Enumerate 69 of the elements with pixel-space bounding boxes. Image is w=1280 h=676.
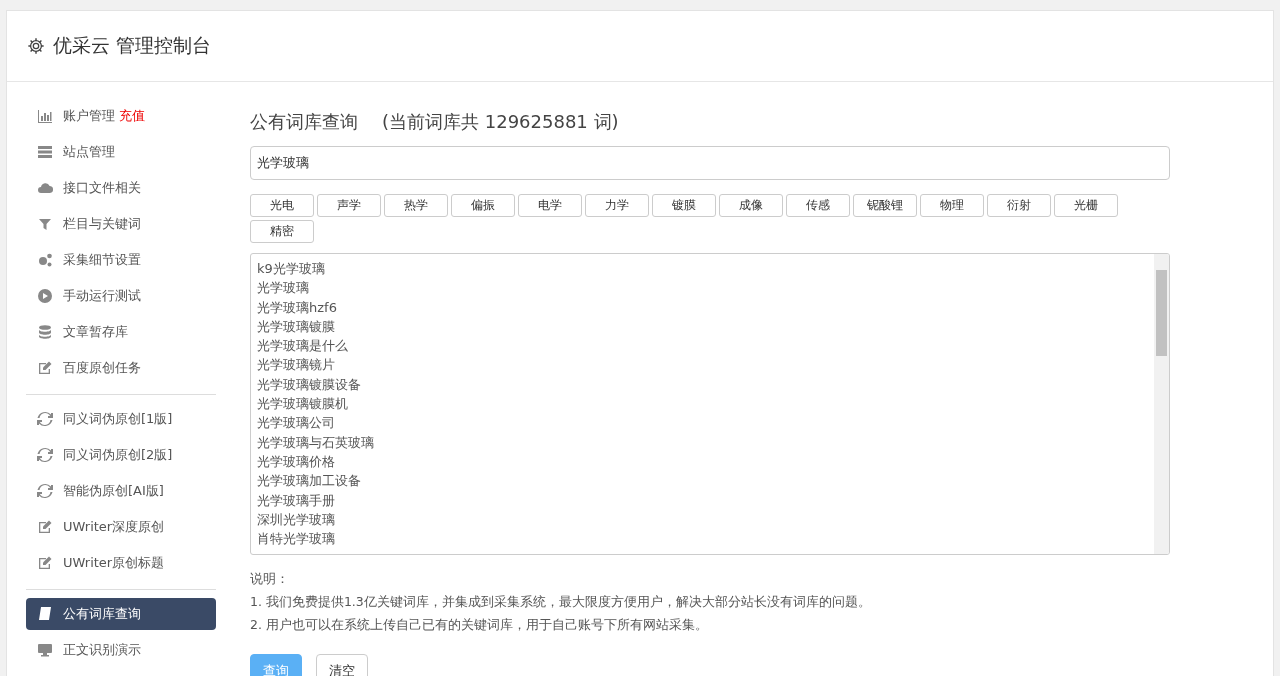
result-item[interactable]: 光学玻璃镀膜设备 [257, 374, 1148, 395]
keyword-tag[interactable]: 偏振 [451, 194, 515, 217]
result-item[interactable]: 光学玻璃是什么 [257, 336, 1148, 356]
note-text: 1. 我们免费提供1.3亿关键词库，并集成到采集系统，最大限度方便用户，解决大部分站长没有词库的问题。 [250, 593, 872, 611]
keyword-tag[interactable]: 电学 [518, 194, 582, 217]
keyword-tag[interactable]: 力学 [585, 194, 649, 217]
keyword-tag[interactable]: 光电 [250, 194, 314, 217]
keyword-tag[interactable]: 物理 [920, 194, 984, 217]
server-icon [37, 144, 53, 160]
recharge-link[interactable]: 充值 [119, 107, 145, 125]
keyword-tag[interactable]: 声学 [317, 194, 381, 217]
sidebar-item[interactable]: 同义词伪原创[1版] [26, 403, 216, 435]
notes-title: 说明： [250, 570, 290, 588]
sidebar-item[interactable]: UWriter深度原创 [26, 511, 216, 543]
sidebar-item[interactable]: 同义词伪原创[2版] [26, 439, 216, 471]
cloud-icon [37, 180, 53, 196]
result-item[interactable]: 光学玻璃镜片 [257, 355, 1148, 375]
keyword-tag[interactable]: 热学 [384, 194, 448, 217]
result-item[interactable]: k9光学玻璃 [257, 259, 1148, 279]
page-title: 公有词库查询 [250, 110, 358, 134]
refresh-icon [37, 483, 53, 499]
filter-icon [37, 216, 53, 232]
results-list[interactable]: k9光学玻璃 光学玻璃 光学玻璃hzf6 光学玻璃镀膜 光学玻璃是什么 光学玻璃镜片 光学玻璃镀膜设备 光学玻璃镀膜机 光学玻璃公司 光学玻璃与石英玻璃 光学玻璃价格 光学玻璃加工设备 光学玻璃手册 深圳光学玻璃 肖特光学玻璃 [250, 253, 1170, 555]
edit-icon [37, 555, 53, 571]
sidebar-item[interactable]: 账户管理 充值 [26, 100, 216, 132]
console-title: 优采云 管理控制台 [53, 33, 212, 58]
result-item[interactable]: 光学玻璃 [257, 278, 1148, 298]
keyword-tag[interactable]: 铌酸锂 [853, 194, 917, 217]
keyword-tag[interactable]: 成像 [719, 194, 783, 217]
keyword-tag[interactable]: 光栅 [1054, 194, 1118, 217]
scrollbar[interactable] [1154, 254, 1169, 554]
result-item[interactable]: 光学玻璃价格 [257, 451, 1148, 472]
sidebar-item[interactable]: 栏目与关键词 [26, 208, 216, 240]
result-item[interactable]: 光学玻璃与石英玻璃 [257, 432, 1148, 452]
result-item[interactable]: 光学玻璃手册 [257, 490, 1148, 510]
word-count: (当前词库共 129625881 词) [382, 110, 619, 134]
sidebar-item[interactable]: 手动运行测试 [26, 280, 216, 312]
monitor-icon [37, 642, 53, 658]
result-item[interactable]: 深圳光学玻璃 [257, 509, 1148, 530]
result-item[interactable]: 光学玻璃hzf6 [257, 297, 1148, 317]
note-text: 2. 用户也可以在系统上传自己已有的关键词库，用于自己账号下所有网站采集。 [250, 616, 709, 634]
database-icon [37, 324, 53, 340]
keyword-field[interactable]: 光学玻璃 [250, 146, 1170, 180]
edit-icon [37, 519, 53, 535]
result-item[interactable]: 光学玻璃加工设备 [257, 471, 1148, 491]
keyword-tag[interactable]: 衍射 [987, 194, 1051, 217]
sidebar-item[interactable]: 百度原创任务 [26, 352, 216, 384]
sidebar-item[interactable]: 智能伪原创[AI版] [26, 475, 216, 507]
sidebar-item[interactable]: UWriter原创标题 [26, 547, 216, 579]
sidebar-item[interactable]: 文章暂存库 [26, 316, 216, 348]
refresh-icon [37, 411, 53, 427]
sidebar-item[interactable]: 正文识别演示 [26, 634, 216, 666]
keyword-tag[interactable]: 传感 [786, 194, 850, 217]
refresh-icon [37, 447, 53, 463]
sidebar-item[interactable]: 站点管理 [26, 136, 216, 168]
sidebar-item[interactable]: 公有词库查询 [26, 598, 216, 630]
keyword-tag[interactable]: 精密 [250, 220, 314, 243]
play-icon [37, 288, 53, 304]
sidebar-item[interactable]: 采集细节设置 [26, 244, 216, 276]
keyword-tag[interactable]: 镀膜 [652, 194, 716, 217]
result-item[interactable]: 光学玻璃公司 [257, 413, 1148, 433]
sidebar-item[interactable]: 接口文件相关 [26, 172, 216, 204]
edit-icon [37, 360, 53, 376]
clear-button[interactable]: 清空 [316, 654, 368, 676]
result-item[interactable]: 肖特光学玻璃 [257, 529, 1148, 549]
settings-icon [27, 37, 45, 55]
result-item[interactable]: 光学玻璃镀膜机 [257, 394, 1148, 414]
bar-chart-icon [37, 108, 53, 124]
result-item[interactable]: 光学玻璃镀膜 [257, 316, 1148, 337]
